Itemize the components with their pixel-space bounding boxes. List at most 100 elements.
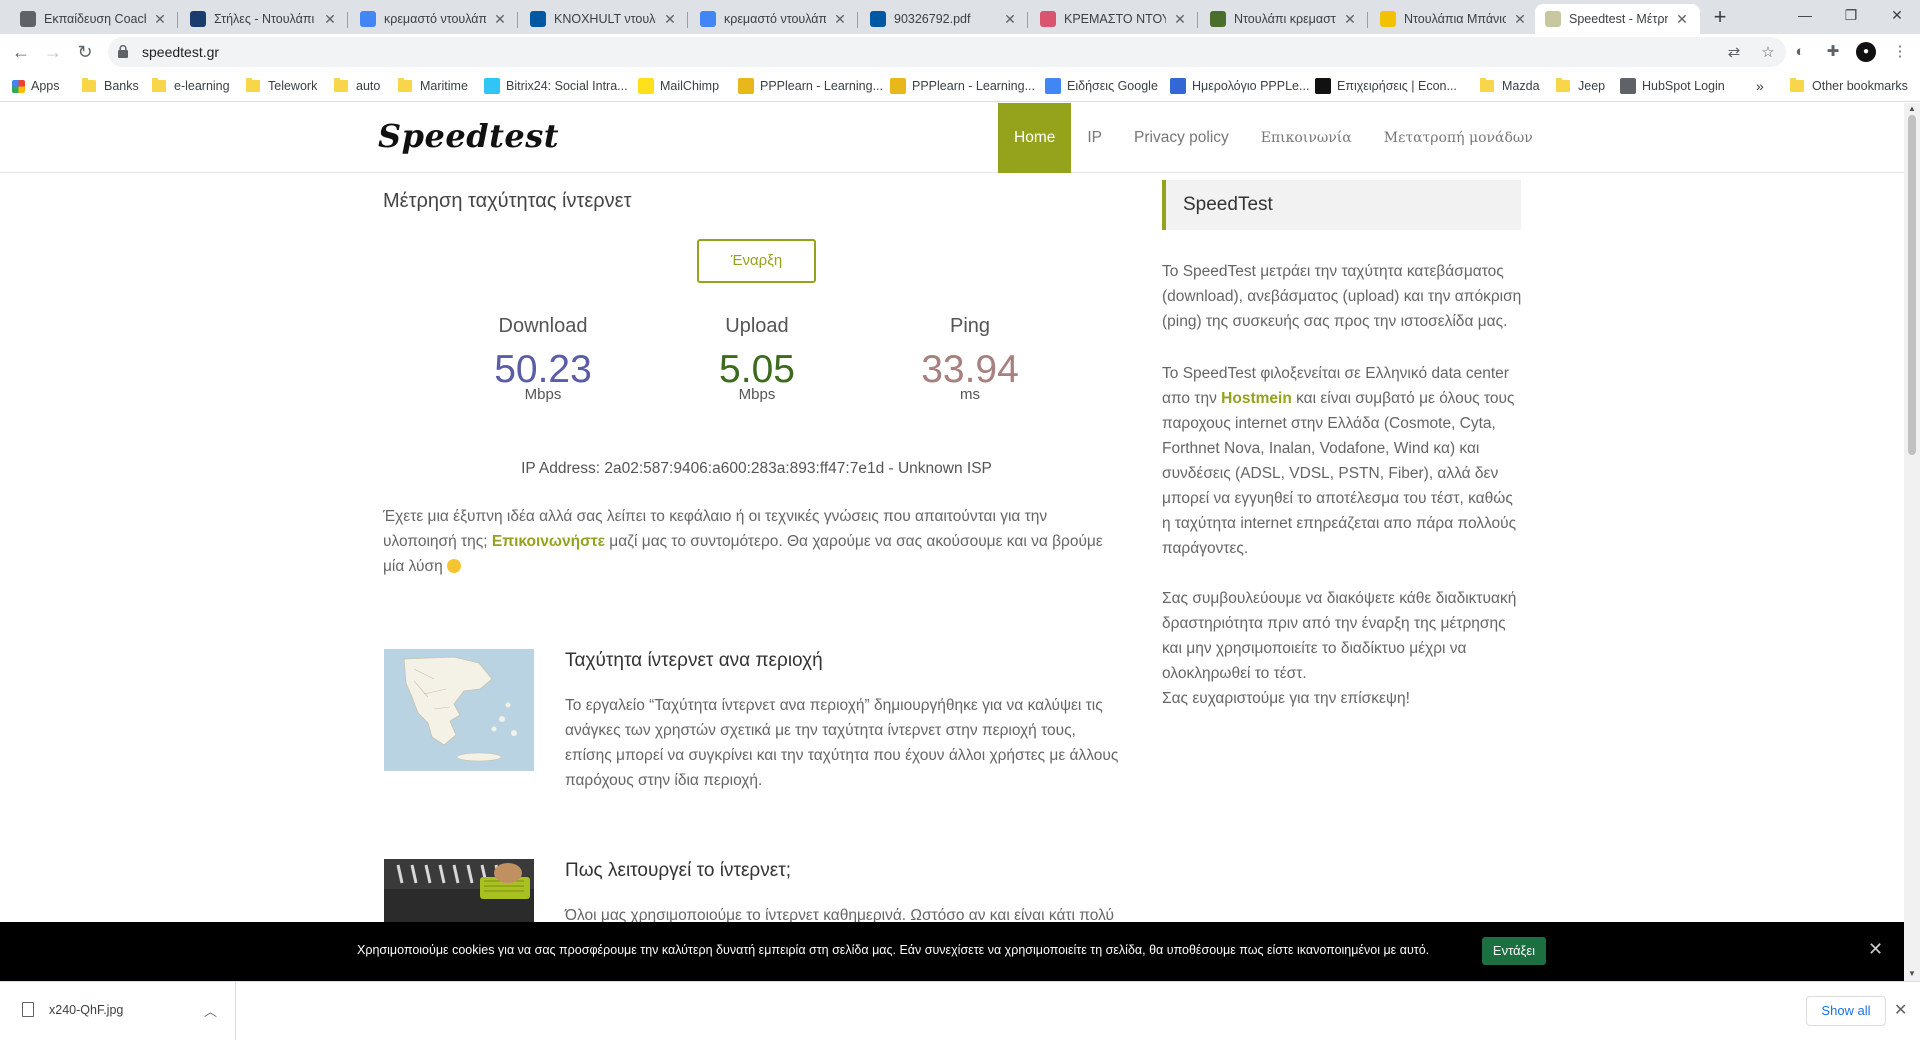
- extension-circle-icon[interactable]: ◐: [1790, 42, 1810, 62]
- browser-tab[interactable]: 90326792.pdf ✕: [860, 4, 1028, 34]
- web-page: Speedtest Home IP Privacy policy Επικοιν…: [0, 103, 1904, 981]
- google-icon: [700, 11, 716, 27]
- browser-tab[interactable]: Speedtest - Μέτρησ ✕: [1535, 4, 1700, 34]
- close-icon[interactable]: ✕: [1894, 1000, 1907, 1020]
- tab-separator: [857, 12, 858, 28]
- page-scrollbar[interactable]: ▲ ▼: [1904, 103, 1920, 981]
- bookmark-item[interactable]: Telework: [246, 77, 317, 95]
- bookmark-star-icon[interactable]: ☆: [1758, 43, 1778, 63]
- bookmarks-bar: Apps Banks e-learning Telework auto Maritime B…: [0, 70, 1920, 102]
- upload-metric: Upload 5.05 Mbps: [657, 315, 857, 403]
- translate-icon[interactable]: ⇄: [1724, 43, 1744, 63]
- download-item[interactable]: x240-QhF.jpg ︿: [0, 982, 236, 1040]
- ikea-icon: [530, 11, 546, 27]
- bookmark-item[interactable]: Maritime: [398, 77, 468, 95]
- tab-title: Ντουλάπι κρεμαστ: [1234, 12, 1336, 26]
- tab-title: 90326792.pdf: [894, 12, 971, 26]
- tab-separator: [347, 12, 348, 28]
- bookmark-item[interactable]: Επιχειρήσεις | Econ...: [1315, 77, 1457, 95]
- bookmark-label: Maritime: [420, 79, 468, 93]
- extensions-puzzle-icon[interactable]: ✚: [1823, 42, 1843, 62]
- browser-tab[interactable]: KNOXHULT ντουλάπ ✕: [520, 4, 688, 34]
- show-all-button[interactable]: Show all: [1806, 996, 1886, 1026]
- cookie-accept-button[interactable]: Εντάξει: [1482, 937, 1546, 965]
- google-news-icon: [1045, 78, 1061, 94]
- bookmark-item[interactable]: e-learning: [152, 77, 230, 95]
- other-bookmarks-label: Other bookmarks: [1812, 79, 1908, 93]
- profile-avatar-icon[interactable]: ●: [1856, 42, 1876, 62]
- bookmark-item[interactable]: PPPlearn - Learning...: [738, 77, 883, 95]
- hostmein-link[interactable]: Hostmein: [1221, 390, 1292, 407]
- bookmark-item[interactable]: Banks: [82, 77, 139, 95]
- contact-link[interactable]: Επικοινωνήστε: [492, 533, 605, 550]
- bookmark-label: Bitrix24: Social Intra...: [506, 79, 628, 93]
- forward-icon[interactable]: →: [39, 38, 67, 66]
- download-shelf: x240-QhF.jpg ︿ Show all ✕: [0, 981, 1920, 1040]
- ppplearn-icon: [890, 78, 906, 94]
- greece-map-image[interactable]: [384, 649, 534, 771]
- browser-tab[interactable]: Στήλες - Ντουλάπι ✕: [180, 4, 348, 34]
- bookmark-item[interactable]: Ειδήσεις Google: [1045, 77, 1158, 95]
- address-bar[interactable]: speedtest.gr ⇄ ☆: [108, 37, 1786, 67]
- bookmark-item[interactable]: Jeep: [1556, 77, 1605, 95]
- sidebar-text: Το SpeedTest μετράει την ταχύτητα κατεβά…: [1162, 263, 1522, 330]
- tab-close-icon[interactable]: ✕: [1002, 11, 1018, 28]
- tab-close-icon[interactable]: ✕: [1512, 11, 1528, 28]
- nav-ip[interactable]: IP: [1071, 103, 1118, 173]
- nav-contact[interactable]: Επικοινωνία: [1245, 103, 1368, 173]
- bookmark-item[interactable]: Mazda: [1480, 77, 1540, 95]
- speedtest-icon: [1545, 11, 1561, 27]
- reload-icon[interactable]: ↻: [71, 38, 99, 66]
- browser-tab[interactable]: ΚΡΕΜΑΣΤΟ ΝΤΟΥΛ ✕: [1030, 4, 1198, 34]
- scroll-down-icon[interactable]: ▼: [1908, 969, 1916, 978]
- tab-close-icon[interactable]: ✕: [832, 11, 848, 28]
- menu-kebab-icon[interactable]: ⋮: [1890, 42, 1910, 62]
- browser-tab[interactable]: Ντουλάπια Μπάνιο ✕: [1370, 4, 1538, 34]
- new-tab-button[interactable]: +: [1706, 4, 1734, 32]
- restore-icon[interactable]: ❐: [1828, 0, 1874, 30]
- folder-icon: [1790, 78, 1804, 92]
- browser-tab[interactable]: Ντουλάπι κρεμαστ ✕: [1200, 4, 1368, 34]
- article-title[interactable]: Ταχύτητα ίντερνετ ανα περιοχή: [565, 650, 823, 672]
- smile-emoji-icon: [447, 559, 461, 573]
- bookmark-item[interactable]: Apps: [12, 77, 60, 95]
- nav-unit-conversion[interactable]: Μετατροπή μονάδων: [1368, 103, 1549, 173]
- close-icon[interactable]: ✕: [1868, 939, 1883, 960]
- minimize-icon[interactable]: —: [1782, 0, 1828, 30]
- cookie-banner: Χρησιμοποιούμε cookies για να σας προσφέ…: [0, 922, 1904, 981]
- site-logo[interactable]: Speedtest: [378, 117, 559, 155]
- close-window-icon[interactable]: ✕: [1874, 0, 1920, 30]
- tab-close-icon[interactable]: ✕: [1674, 11, 1690, 28]
- bookmark-item[interactable]: auto: [334, 77, 380, 95]
- scroll-thumb[interactable]: [1908, 115, 1916, 455]
- bookmark-item[interactable]: HubSpot Login: [1620, 77, 1725, 95]
- bookmark-item[interactable]: PPPlearn - Learning...: [890, 77, 1035, 95]
- tab-close-icon[interactable]: ✕: [1172, 11, 1188, 28]
- tab-close-icon[interactable]: ✕: [152, 11, 168, 28]
- tab-close-icon[interactable]: ✕: [492, 11, 508, 28]
- nav-home[interactable]: Home: [998, 103, 1072, 173]
- bookmark-item[interactable]: Bitrix24: Social Intra...: [484, 77, 628, 95]
- other-bookmarks[interactable]: Other bookmarks: [1790, 77, 1908, 95]
- start-test-button[interactable]: Έναρξη: [697, 239, 816, 283]
- url-text: speedtest.gr: [142, 44, 220, 60]
- scroll-up-icon[interactable]: ▲: [1908, 104, 1916, 113]
- browser-tab[interactable]: κρεμαστό ντουλάπ ✕: [350, 4, 518, 34]
- upload-value: 5.05: [719, 348, 795, 391]
- browser-tab[interactable]: Εκπαίδευση Coachi ✕: [10, 4, 178, 34]
- back-icon[interactable]: ←: [7, 38, 35, 66]
- tab-close-icon[interactable]: ✕: [1342, 11, 1358, 28]
- nav-privacy-policy[interactable]: Privacy policy: [1118, 103, 1245, 173]
- article-title[interactable]: Πως λειτουργεί το ίντερνετ;: [565, 860, 791, 882]
- metric-unit: ms: [960, 386, 980, 403]
- bookmarks-overflow-icon[interactable]: »: [1756, 77, 1764, 95]
- folder-icon: [334, 78, 348, 92]
- browser-tab[interactable]: κρεμαστό ντουλάπ ✕: [690, 4, 858, 34]
- sidebar-heading: SpeedTest: [1183, 194, 1273, 215]
- bookmark-item[interactable]: MailChimp: [638, 77, 719, 95]
- bookmark-item[interactable]: Ημερολόγιο PPPLe...: [1170, 77, 1309, 95]
- cookie-text: Χρησιμοποιούμε cookies για να σας προσφέ…: [357, 943, 1430, 957]
- tab-close-icon[interactable]: ✕: [662, 11, 678, 28]
- tab-close-icon[interactable]: ✕: [322, 11, 338, 28]
- chevron-up-icon[interactable]: ︿: [204, 1001, 217, 1020]
